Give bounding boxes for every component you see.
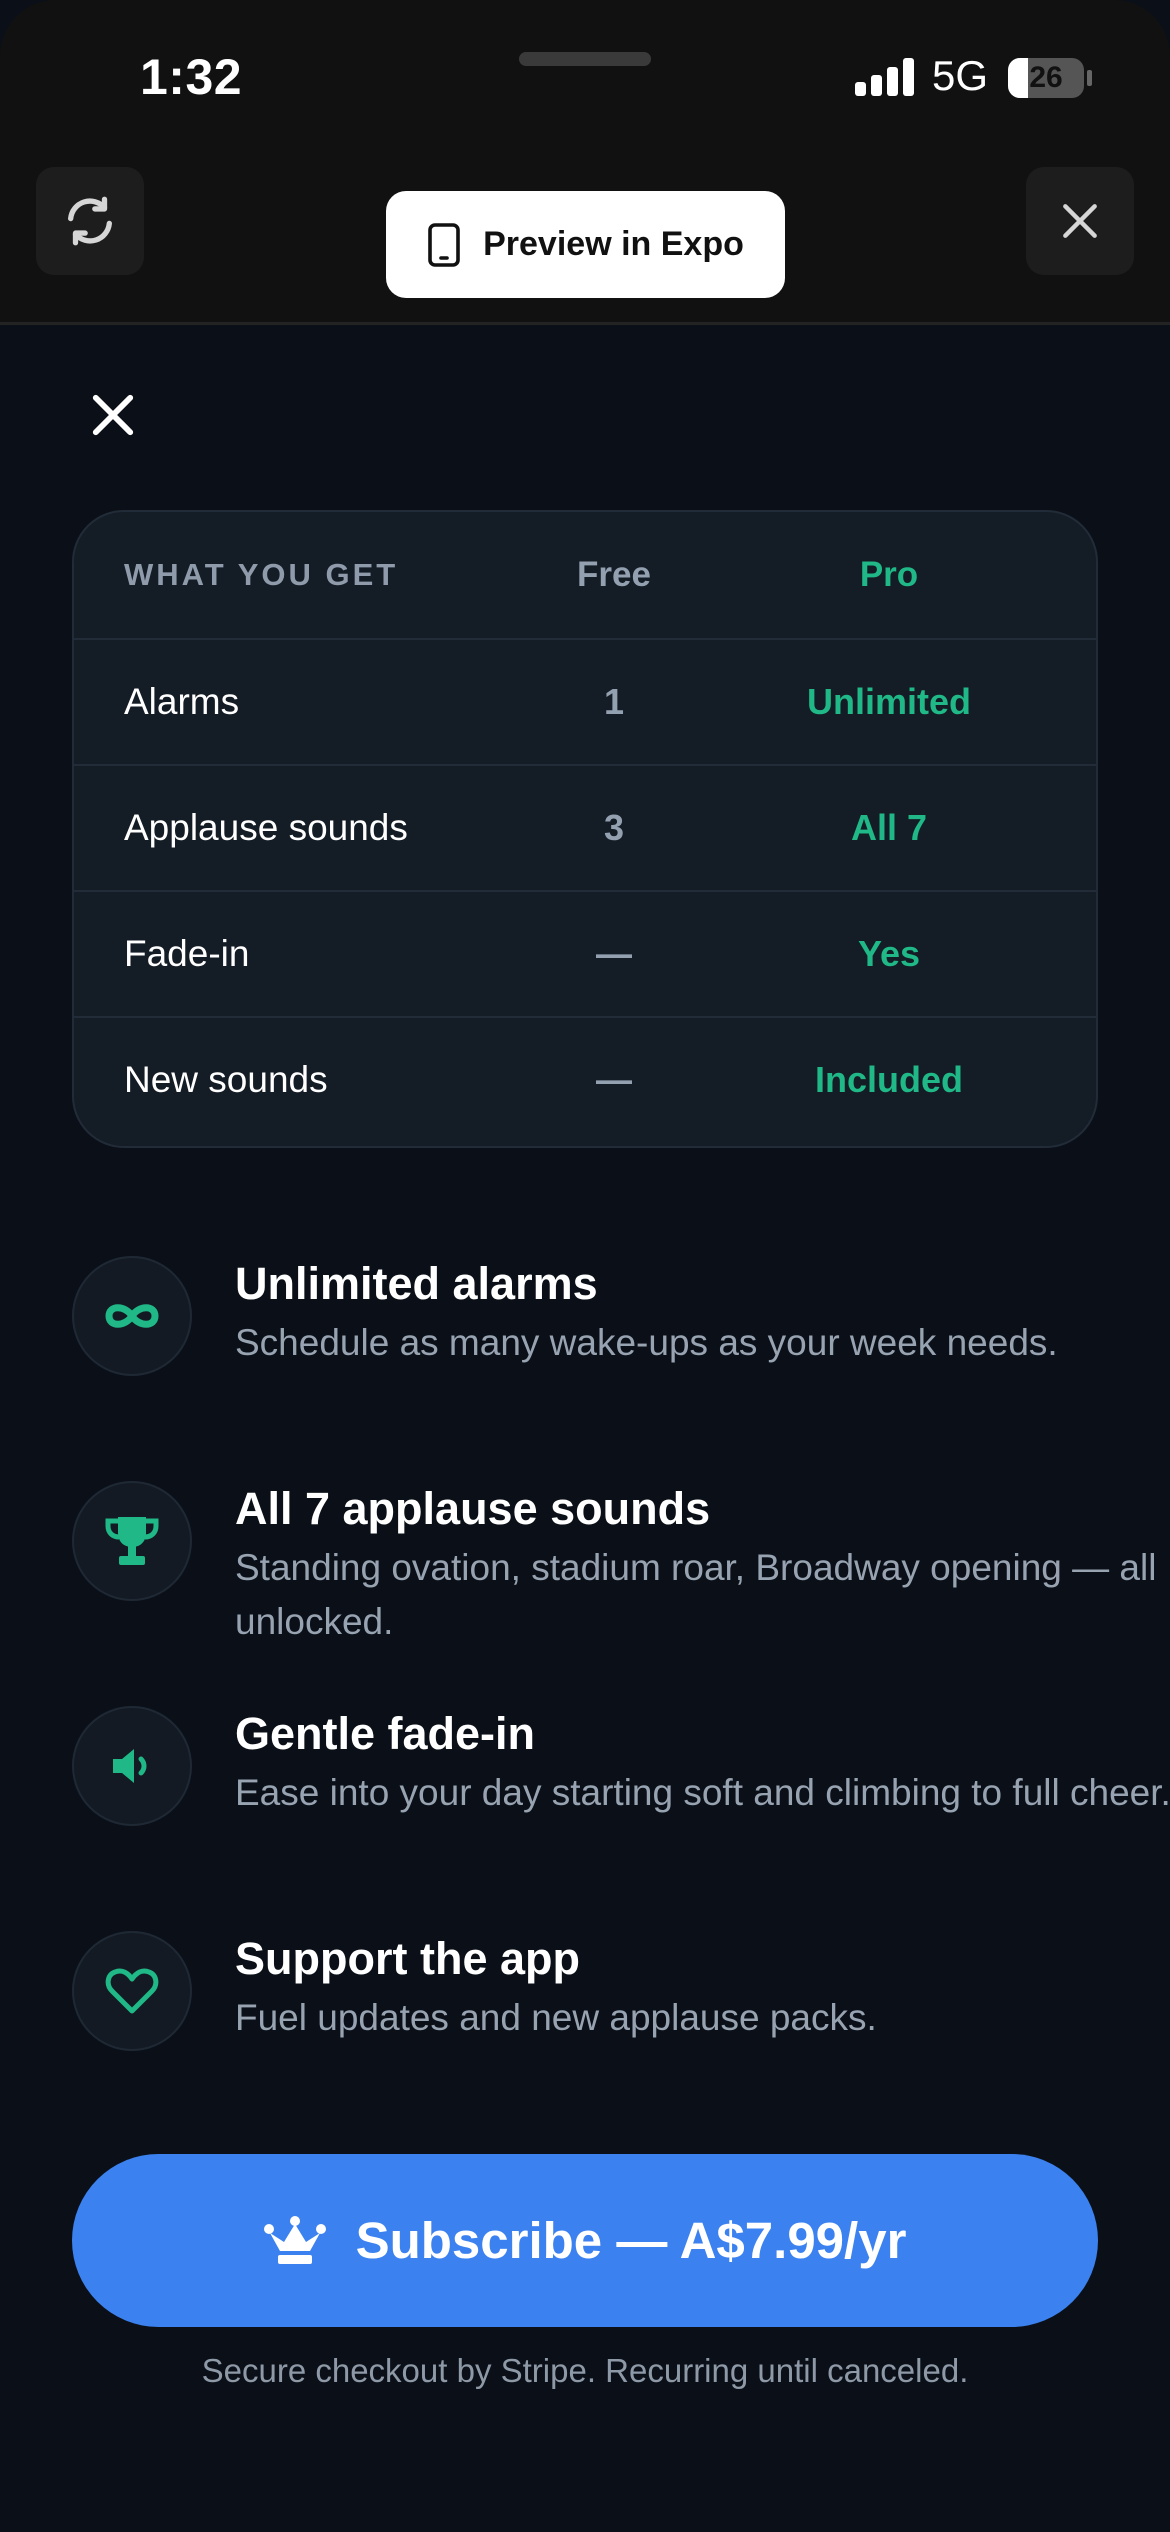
- feature-title: Unlimited alarms: [235, 1258, 598, 1309]
- subscribe-button[interactable]: Subscribe — A$7.99/yr: [72, 2154, 1098, 2327]
- feature-description: Ease into your day starting soft and cli…: [235, 1772, 1170, 1813]
- row-free-value: —: [596, 1059, 632, 1100]
- speaker-icon: [113, 1749, 147, 1783]
- feature-description: Schedule as many wake-ups as your week n…: [235, 1322, 1058, 1363]
- crown-icon: [263, 2215, 326, 2264]
- comparison-header-row: WHAT YOU GET Free Pro: [74, 512, 1096, 638]
- feature-title: Gentle fade-in: [235, 1708, 536, 1759]
- infinity-icon: [105, 1304, 159, 1328]
- comparison-row: Alarms 1 Unlimited: [74, 638, 1096, 764]
- feature-icon-badge: [72, 1481, 192, 1601]
- preview-in-expo-label: Preview in Expo: [483, 225, 744, 263]
- subscribe-label: Subscribe — A$7.99/yr: [355, 2212, 907, 2269]
- preview-in-expo-button[interactable]: Preview in Expo: [386, 191, 785, 298]
- close-icon: [1063, 204, 1097, 238]
- row-pro-value: Included: [814, 1059, 963, 1100]
- feature-icon-badge: [72, 1931, 192, 2051]
- row-label: Fade-in: [124, 933, 250, 974]
- reload-button[interactable]: [36, 167, 144, 275]
- battery-icon: 26: [1008, 58, 1084, 98]
- row-pro-value: All 7: [850, 807, 928, 848]
- header-free: Free: [577, 555, 651, 594]
- row-free-value: 1: [603, 681, 625, 722]
- feature-description: Standing ovation, stadium roar, Broadway…: [235, 1547, 1157, 1642]
- row-label: Applause sounds: [124, 807, 408, 848]
- phone-icon: [428, 222, 460, 267]
- feature-title: Support the app: [235, 1933, 580, 1984]
- row-free-value: 3: [603, 807, 625, 848]
- feature-icon-badge: [72, 1706, 192, 1826]
- comparison-row: New sounds — Included: [74, 1016, 1096, 1142]
- row-label: New sounds: [124, 1059, 328, 1100]
- checkout-fineprint: Secure checkout by Stripe. Recurring unt…: [201, 2352, 969, 2389]
- paywall-close-button[interactable]: [86, 388, 140, 442]
- signal-strength-icon: [855, 58, 915, 96]
- dynamic-island-indicator: [519, 52, 651, 66]
- battery-tip: [1087, 70, 1092, 86]
- battery-level: 26: [1029, 61, 1063, 94]
- row-free-value: —: [596, 933, 632, 974]
- expo-close-button[interactable]: [1026, 167, 1134, 275]
- comparison-row: Fade-in — Yes: [74, 890, 1096, 1016]
- feature-title: All 7 applause sounds: [235, 1483, 711, 1534]
- reload-icon: [68, 196, 112, 246]
- expo-top-bar: 1:32 5G 26 Preview in Expo: [0, 0, 1170, 325]
- row-pro-value: Unlimited: [806, 681, 971, 722]
- comparison-row: Applause sounds 3 All 7: [74, 764, 1096, 890]
- comparison-table: WHAT YOU GET Free Pro Alarms 1 Unlimited…: [72, 510, 1098, 1148]
- row-pro-value: Yes: [857, 933, 921, 974]
- trophy-icon: [105, 1517, 159, 1565]
- header-label: WHAT YOU GET: [124, 557, 399, 592]
- network-type: 5G: [932, 52, 989, 99]
- close-icon: [92, 394, 134, 436]
- heart-icon: [105, 1968, 159, 2014]
- feature-description: Fuel updates and new applause packs.: [235, 1997, 877, 2038]
- feature-icon-badge: [72, 1256, 192, 1376]
- row-label: Alarms: [124, 681, 240, 722]
- header-pro: Pro: [859, 555, 919, 594]
- status-time: 1:32: [140, 49, 243, 105]
